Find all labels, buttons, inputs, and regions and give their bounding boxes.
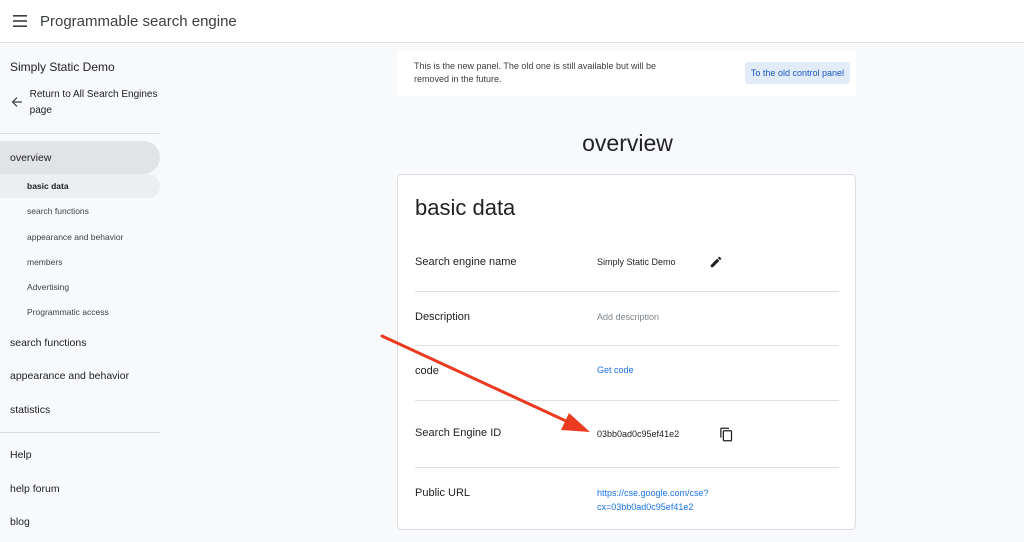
sidebar-item-label: statistics [10, 404, 51, 416]
back-link-label: Return to All Search Engines page [29, 89, 158, 116]
sidebar-item-label: overview [10, 151, 52, 164]
menu-button[interactable] [2, 3, 38, 39]
row-search-engine-name: Search engine name Simply Static Demo [415, 237, 839, 292]
sidebar-subitem-basic-data[interactable]: basic data [0, 174, 160, 198]
row-description: Description Add description [415, 292, 839, 346]
arrow-left-icon [11, 97, 22, 107]
sidebar-item-statistics[interactable]: statistics [0, 398, 160, 422]
public-url-link[interactable]: https://cse.google.com/cse? cx=03bb0ad0c… [597, 486, 709, 514]
banner-message: This is the new panel. The old one is st… [414, 61, 656, 84]
copy-icon [719, 427, 732, 441]
sidebar-item-search-functions[interactable]: search functions [0, 331, 160, 355]
search-engine-name-value: Simply Static Demo [597, 257, 676, 267]
sidebar-subitem-search-functions[interactable]: search functions [0, 199, 160, 223]
sidebar-item-label: help forum [10, 483, 60, 495]
sidebar-item-blog[interactable]: blog [0, 510, 160, 534]
pencil-icon [710, 256, 722, 268]
get-code-link[interactable]: Get code [597, 363, 634, 377]
back-to-all-engines-link[interactable]: Return to All Search Engines page [10, 87, 160, 119]
sidebar-item-label: blog [10, 516, 30, 528]
row-label: Public URL [415, 487, 471, 499]
top-app-bar: Programmable search engine [0, 0, 1024, 43]
project-name: Simply Static Demo [10, 60, 115, 74]
sidebar-subitem-label: appearance and behavior [27, 232, 124, 242]
sidebar-subitem-label: members [27, 257, 63, 267]
sidebar-subitem-label: Programmatic access [27, 307, 109, 317]
sidebar: Simply Static Demo Return to All Search … [0, 43, 170, 542]
sidebar-subitem-programmatic-access[interactable]: Programmatic access [0, 300, 160, 324]
old-control-panel-button[interactable]: To the old control panel [744, 62, 850, 84]
row-label: Search engine name [415, 256, 517, 268]
add-description-input[interactable]: Add description [597, 312, 659, 322]
sidebar-item-help-forum[interactable]: help forum [0, 477, 160, 501]
edit-name-button[interactable] [707, 253, 725, 271]
row-label: Description [415, 311, 471, 323]
search-engine-id-value: 03bb0ad0c95ef41e2 [597, 429, 680, 439]
row-search-engine-id: Search Engine ID 03bb0ad0c95ef41e2 [415, 401, 839, 468]
sidebar-item-label: search functions [10, 337, 87, 349]
sidebar-item-label: appearance and behavior [10, 370, 130, 382]
public-url-line: cx=03bb0ad0c95ef41e2 [597, 502, 694, 512]
sidebar-item-help[interactable]: Help [0, 443, 160, 467]
basic-data-card: basic data Search engine name Simply Sta… [397, 174, 856, 530]
sidebar-item-appearance[interactable]: appearance and behavior [0, 364, 160, 388]
sidebar-divider [0, 133, 160, 134]
sidebar-subitem-appearance[interactable]: appearance and behavior [0, 225, 160, 249]
sidebar-subitem-members[interactable]: members [0, 250, 160, 274]
row-label: Search Engine ID [415, 427, 502, 439]
card-title: basic data [415, 195, 516, 220]
sidebar-divider [0, 432, 160, 433]
sidebar-item-label: Help [10, 449, 32, 461]
row-label: code [415, 365, 439, 377]
page-title: overview [582, 130, 673, 156]
row-code: code Get code [415, 346, 839, 401]
new-panel-banner: This is the new panel. The old one is st… [397, 50, 856, 96]
sidebar-subitem-label: Advertising [27, 282, 70, 292]
app-title: Programmable search engine [40, 12, 237, 30]
sidebar-subitem-label: basic data [27, 181, 69, 191]
menu-icon [13, 15, 27, 27]
public-url-line: https://cse.google.com/cse? [597, 488, 709, 498]
copy-id-button[interactable] [717, 425, 735, 443]
sidebar-item-overview[interactable]: overview [0, 141, 160, 174]
sidebar-subitem-advertising[interactable]: Advertising [0, 275, 160, 299]
row-public-url: Public URL https://cse.google.com/cse? c… [415, 468, 839, 526]
sidebar-subitem-label: search functions [27, 206, 89, 216]
